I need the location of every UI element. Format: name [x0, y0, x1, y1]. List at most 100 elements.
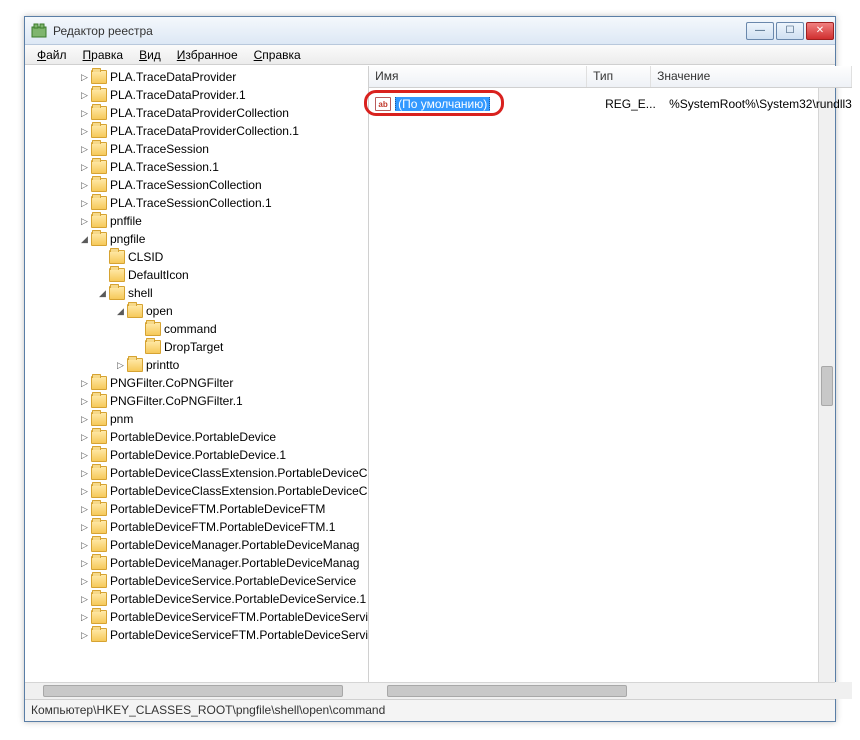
expand-icon[interactable]: ▷ [79, 576, 90, 587]
column-type[interactable]: Тип [587, 66, 651, 87]
tree-item[interactable]: ▷PNGFilter.CoPNGFilter [25, 374, 368, 392]
close-button[interactable]: ✕ [806, 22, 834, 40]
menu-view[interactable]: Вид [131, 46, 169, 64]
titlebar[interactable]: Редактор реестра — ☐ ✕ [25, 17, 835, 45]
expand-icon[interactable]: ▷ [79, 540, 90, 551]
menu-edit[interactable]: Правка [75, 46, 132, 64]
tree-item[interactable]: ▷PLA.TraceSessionCollection.1 [25, 194, 368, 212]
folder-icon [91, 484, 107, 498]
values-list[interactable]: ab(По умолчанию)REG_E...%SystemRoot%\Sys… [369, 88, 852, 699]
expand-icon[interactable]: ▷ [79, 144, 90, 155]
tree-item[interactable]: ▷PLA.TraceDataProviderCollection.1 [25, 122, 368, 140]
tree-item[interactable]: ▷PortableDevice.PortableDevice [25, 428, 368, 446]
tree-item[interactable]: ▷pnffile [25, 212, 368, 230]
tree-item-label: CLSID [128, 248, 163, 266]
tree-item[interactable]: DropTarget [25, 338, 368, 356]
expand-icon[interactable]: ▷ [79, 504, 90, 515]
expand-icon[interactable]: ▷ [79, 414, 90, 425]
expand-icon[interactable]: ▷ [79, 432, 90, 443]
tree-item-label: pngfile [110, 230, 145, 248]
expand-icon[interactable]: ▷ [79, 72, 90, 83]
expand-icon[interactable]: ▷ [79, 108, 90, 119]
folder-icon [91, 538, 107, 552]
tree-item[interactable]: ▷pnm [25, 410, 368, 428]
tree-item[interactable]: ▷ PortableDeviceManager.PortableDeviceMan… [25, 536, 368, 554]
expand-icon[interactable]: ▷ [79, 486, 90, 497]
scrollbar-thumb[interactable] [387, 685, 627, 697]
expand-icon[interactable]: ▷ [79, 216, 90, 227]
column-value[interactable]: Значение [651, 66, 852, 87]
no-expand [133, 342, 144, 353]
window-title: Редактор реестра [53, 24, 745, 38]
expand-icon[interactable]: ▷ [79, 378, 90, 389]
menu-help[interactable]: Справка [246, 46, 309, 64]
expand-icon[interactable]: ▷ [79, 90, 90, 101]
expand-icon[interactable]: ▷ [79, 396, 90, 407]
tree-item[interactable]: ◢ open [25, 302, 368, 320]
tree-item[interactable]: ▷ PortableDeviceManager.PortableDeviceMan… [25, 554, 368, 572]
tree-item-label: PLA.TraceSession.1 [110, 158, 219, 176]
folder-icon [127, 358, 143, 372]
statusbar: Компьютер\HKEY_CLASSES_ROOT\pngfile\shel… [25, 699, 835, 721]
menu-favorites[interactable]: Избранное [169, 46, 246, 64]
scroll-corner [835, 682, 852, 699]
tree-item[interactable]: ▷PLA.TraceSession [25, 140, 368, 158]
expand-icon[interactable]: ▷ [79, 558, 90, 569]
tree-item[interactable]: ▷ PortableDeviceClassExtension.PortableDe… [25, 464, 368, 482]
tree-item[interactable]: ▷PortableDeviceService.PortableDeviceSer… [25, 572, 368, 590]
tree-item[interactable]: ▷PLA.TraceDataProvider [25, 68, 368, 86]
tree-item[interactable]: ◢ pngfile [25, 230, 368, 248]
folder-icon [91, 124, 107, 138]
expand-icon[interactable]: ▷ [79, 468, 90, 479]
expand-icon[interactable]: ▷ [79, 162, 90, 173]
tree-item[interactable]: ▷PortableDeviceFTM.PortableDeviceFTM.1 [25, 518, 368, 536]
tree-item[interactable]: DefaultIcon [25, 266, 368, 284]
expand-icon[interactable]: ▷ [79, 198, 90, 209]
tree-item[interactable]: ▷ PLA.TraceSession.1 [25, 158, 368, 176]
tree-item-label: PortableDeviceManager.PortableDeviceMana… [110, 536, 359, 554]
maximize-button[interactable]: ☐ [776, 22, 804, 40]
tree-item[interactable]: ▷PortableDeviceServiceFTM.PortableDevice… [25, 626, 368, 644]
tree-item[interactable]: ▷PLA.TraceDataProvider.1 [25, 86, 368, 104]
tree-item-label: open [146, 302, 173, 320]
folder-icon [91, 142, 107, 156]
tree-item[interactable]: ▷PLA.TraceSessionCollection [25, 176, 368, 194]
expand-icon[interactable]: ▷ [79, 612, 90, 623]
expand-icon[interactable]: ▷ [79, 450, 90, 461]
tree-item[interactable]: ▷PortableDeviceService.PortableDeviceSer… [25, 590, 368, 608]
tree-item-label: PortableDeviceManager.PortableDeviceMana… [110, 554, 359, 572]
registry-tree[interactable]: ▷PLA.TraceDataProvider▷PLA.TraceDataProv… [25, 66, 368, 699]
value-row[interactable]: ab(По умолчанию)REG_E...%SystemRoot%\Sys… [369, 94, 852, 114]
expand-icon[interactable]: ▷ [79, 594, 90, 605]
folder-icon [109, 268, 125, 282]
tree-item[interactable]: ▷ printto [25, 356, 368, 374]
collapse-icon[interactable]: ◢ [97, 288, 108, 299]
tree-item[interactable]: ▷PortableDeviceFTM.PortableDeviceFTM [25, 500, 368, 518]
tree-item[interactable]: ▷PortableDeviceServiceFTM.PortableDevice… [25, 608, 368, 626]
folder-icon [91, 106, 107, 120]
tree-item[interactable]: CLSID [25, 248, 368, 266]
expand-icon[interactable]: ▷ [79, 522, 90, 533]
tree-item[interactable]: ▷PortableDevice.PortableDevice.1 [25, 446, 368, 464]
tree-item[interactable]: ◢shell [25, 284, 368, 302]
tree-item[interactable]: ▷PLA.TraceDataProviderCollection [25, 104, 368, 122]
scrollbar-thumb[interactable] [43, 685, 343, 697]
expand-icon[interactable]: ▷ [79, 630, 90, 641]
value-name: (По умолчанию) [395, 97, 605, 111]
tree-item-label: PortableDeviceClassExtension.PortableDev… [110, 464, 367, 482]
list-horizontal-scrollbar[interactable] [369, 682, 835, 699]
expand-icon[interactable]: ▷ [79, 180, 90, 191]
collapse-icon[interactable]: ◢ [79, 234, 90, 245]
column-name[interactable]: Имя [369, 66, 587, 87]
folder-icon [91, 556, 107, 570]
tree-item[interactable]: ▷PNGFilter.CoPNGFilter.1 [25, 392, 368, 410]
registry-editor-window: Редактор реестра — ☐ ✕ Файл Правка Вид И… [24, 16, 836, 722]
tree-item[interactable]: ▷PortableDeviceClassExtension.PortableDe… [25, 482, 368, 500]
tree-item-label: printto [146, 356, 179, 374]
expand-icon[interactable]: ▷ [115, 360, 126, 371]
tree-item[interactable]: command [25, 320, 368, 338]
minimize-button[interactable]: — [746, 22, 774, 40]
expand-icon[interactable]: ▷ [79, 126, 90, 137]
collapse-icon[interactable]: ◢ [115, 306, 126, 317]
menu-file[interactable]: Файл [29, 46, 75, 64]
